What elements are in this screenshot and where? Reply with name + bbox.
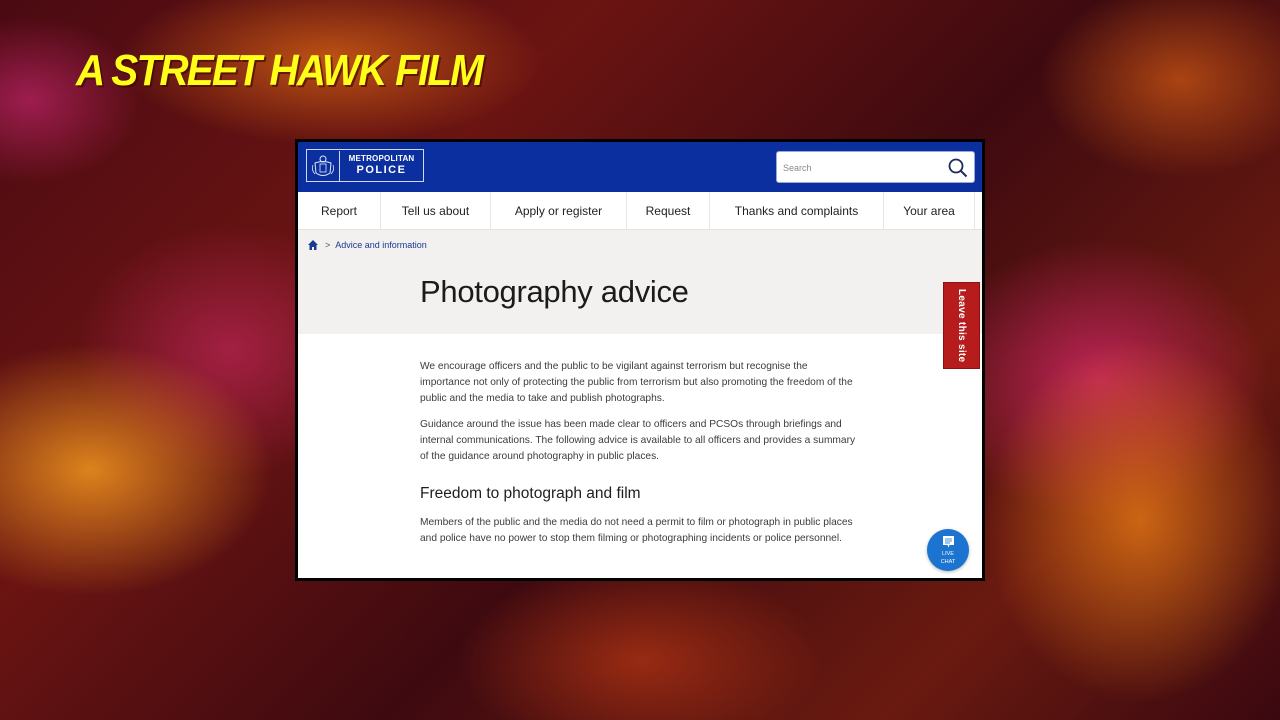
nav-item-your-area[interactable]: Your area (884, 192, 975, 230)
logo-line-2: POLICE (356, 163, 407, 176)
section-heading: Freedom to photograph and film (420, 485, 641, 502)
live-chat-line-2: CHAT (940, 558, 956, 565)
intro-paragraph-1: We encourage officers and the public to … (420, 361, 853, 404)
leave-this-site-label: Leave this site (956, 288, 967, 363)
chat-bubble-icon (942, 535, 954, 547)
met-police-page: METROPOLITAN POLICE Report Tell us about… (298, 142, 982, 578)
page-title: Photography advice (420, 274, 689, 309)
breadcrumb-separator: > (325, 240, 331, 250)
site-header: METROPOLITAN POLICE (298, 142, 982, 192)
section-paragraph: Members of the public and the media do n… (420, 517, 853, 544)
intro-paragraph-2: Guidance around the issue has been made … (420, 419, 856, 462)
search-box (776, 151, 975, 183)
leave-this-site-button[interactable]: Leave this site (943, 282, 980, 369)
live-chat-button[interactable]: LIVE CHAT (927, 529, 969, 571)
logo-line-1: METROPOLITAN (348, 154, 415, 164)
nav-item-tell-us-about[interactable]: Tell us about (381, 192, 491, 230)
nav-item-apply-or-register[interactable]: Apply or register (491, 192, 627, 230)
met-police-logo[interactable]: METROPOLITAN POLICE (306, 149, 424, 182)
nav-item-report[interactable]: Report (298, 192, 381, 230)
search-icon[interactable] (947, 157, 969, 179)
nav-item-thanks-and-complaints[interactable]: Thanks and complaints (710, 192, 884, 230)
website-screenshot-frame: METROPOLITAN POLICE Report Tell us about… (295, 139, 985, 581)
film-title-overlay: A STREET HAWK FILM (76, 46, 484, 95)
home-icon[interactable] (307, 239, 319, 251)
nav-item-request[interactable]: Request (627, 192, 710, 230)
article-content: We encourage officers and the public to … (420, 359, 860, 557)
main-nav: Report Tell us about Apply or register R… (298, 192, 982, 230)
breadcrumb-advice-and-information[interactable]: Advice and information (335, 240, 427, 250)
search-input[interactable] (783, 159, 933, 177)
breadcrumb: > Advice and information (307, 239, 427, 251)
page-hero: > Advice and information Photography adv… (298, 230, 982, 334)
live-chat-line-1: LIVE (942, 550, 954, 557)
crest-icon (307, 150, 340, 181)
